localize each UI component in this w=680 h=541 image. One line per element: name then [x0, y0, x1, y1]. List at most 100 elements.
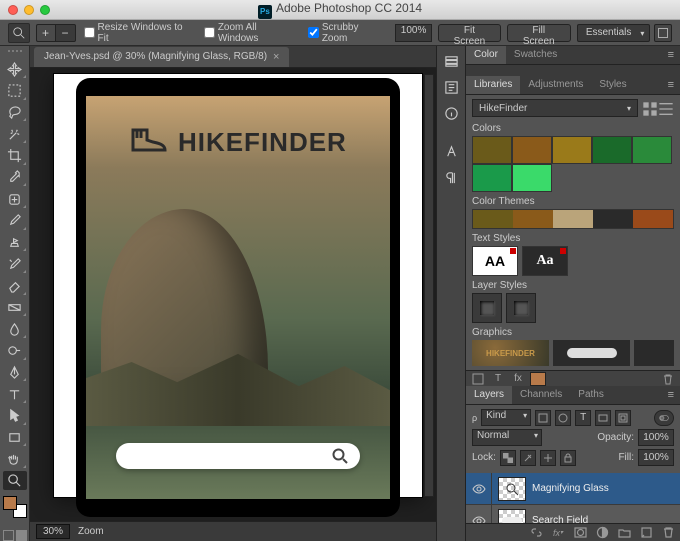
layer-thumbnail[interactable] [498, 477, 526, 501]
vertical-scrollbar[interactable] [424, 74, 434, 497]
zoom-all-checkbox[interactable]: Zoom All Windows [204, 22, 298, 44]
zoom-in-button[interactable]: + [36, 24, 56, 42]
zoom-tool[interactable] [3, 471, 27, 491]
zoom-tool-icon[interactable] [8, 23, 30, 43]
filter-toggle-switch[interactable] [654, 410, 674, 426]
layer-filter-dropdown[interactable]: Kind [481, 409, 531, 426]
layer-name[interactable]: Search Field [532, 515, 588, 523]
color-swatch[interactable] [512, 164, 552, 192]
tab-color[interactable]: Color [466, 46, 506, 64]
add-text-style-icon[interactable]: T [490, 372, 506, 386]
library-dropdown[interactable]: HikeFinder [472, 99, 638, 117]
fill-field[interactable] [638, 449, 674, 466]
lock-all-icon[interactable] [560, 450, 576, 466]
paragraph-panel-icon[interactable] [439, 166, 463, 188]
canvas[interactable]: HIKEFINDER [54, 74, 422, 497]
resize-windows-checkbox[interactable]: Resize Windows to Fit [84, 22, 194, 44]
type-tool[interactable] [3, 384, 27, 404]
layer-thumbnail[interactable] [498, 509, 526, 524]
close-document-icon[interactable]: × [273, 47, 279, 67]
tab-adjustments[interactable]: Adjustments [520, 76, 591, 94]
frame-toggle-button[interactable] [654, 24, 672, 42]
canvas-viewport[interactable]: HIKEFINDER [30, 68, 436, 521]
magic-wand-tool[interactable] [3, 124, 27, 144]
zoom-status-field[interactable]: 30% [36, 524, 70, 539]
workspace-dropdown[interactable]: Essentials [577, 24, 651, 42]
lasso-tool[interactable] [3, 103, 27, 123]
add-graphic-icon[interactable] [470, 372, 486, 386]
history-panel-icon[interactable] [439, 50, 463, 72]
layer-style-item[interactable] [506, 293, 536, 323]
filter-shape-icon[interactable] [595, 410, 611, 426]
character-panel-icon[interactable] [439, 140, 463, 162]
color-theme[interactable] [472, 209, 674, 229]
marquee-tool[interactable] [3, 81, 27, 101]
color-swatch[interactable] [472, 136, 512, 164]
layers-panel-menu-icon[interactable]: ≡ [662, 386, 680, 404]
tab-libraries[interactable]: Libraries [466, 76, 520, 94]
blend-mode-dropdown[interactable]: Normal [472, 429, 542, 446]
brush-tool[interactable] [3, 211, 27, 231]
tab-styles[interactable]: Styles [591, 76, 634, 94]
tab-layers[interactable]: Layers [466, 386, 512, 404]
healing-brush-tool[interactable] [3, 189, 27, 209]
opacity-field[interactable] [638, 429, 674, 446]
layer-name[interactable]: Magnifying Glass [532, 483, 609, 494]
fill-screen-button[interactable]: Fill Screen [507, 24, 571, 42]
pen-tool[interactable] [3, 363, 27, 383]
link-layers-icon[interactable] [528, 525, 544, 541]
color-swatch[interactable] [592, 136, 632, 164]
zoom-window-button[interactable] [40, 5, 50, 15]
move-tool[interactable] [3, 59, 27, 79]
zoom-out-button[interactable]: − [56, 24, 76, 42]
color-swatch[interactable] [472, 164, 512, 192]
crop-tool[interactable] [3, 146, 27, 166]
eraser-tool[interactable] [3, 276, 27, 296]
info-panel-icon[interactable] [439, 102, 463, 124]
hand-tool[interactable] [3, 449, 27, 469]
tab-paths[interactable]: Paths [570, 386, 612, 404]
standard-mode-icon[interactable] [3, 530, 14, 541]
color-swatch[interactable] [632, 136, 672, 164]
layer-row[interactable]: Magnifying Glass [466, 473, 680, 505]
zoom-100-button[interactable]: 100% [395, 24, 432, 42]
quick-mask-icon[interactable] [16, 530, 27, 541]
tab-channels[interactable]: Channels [512, 386, 570, 404]
filter-type-icon[interactable]: T [575, 410, 591, 426]
filter-adjustment-icon[interactable] [555, 410, 571, 426]
dodge-tool[interactable] [3, 341, 27, 361]
visibility-toggle-icon[interactable] [466, 473, 492, 504]
color-swatch[interactable] [552, 136, 592, 164]
lock-position-icon[interactable] [540, 450, 556, 466]
blur-tool[interactable] [3, 319, 27, 339]
history-brush-tool[interactable] [3, 254, 27, 274]
visibility-toggle-icon[interactable] [466, 505, 492, 523]
gradient-tool[interactable] [3, 298, 27, 318]
add-layer-style-icon[interactable]: fx [510, 372, 526, 386]
graphic-item[interactable] [634, 340, 674, 366]
minimize-window-button[interactable] [24, 5, 34, 15]
close-window-button[interactable] [8, 5, 18, 15]
foreground-color-swatch[interactable] [3, 496, 17, 510]
lock-pixels-icon[interactable] [520, 450, 536, 466]
list-view-icon[interactable] [658, 101, 674, 117]
path-selection-tool[interactable] [3, 406, 27, 426]
filter-pixel-icon[interactable] [535, 410, 551, 426]
color-swatch[interactable] [512, 136, 552, 164]
rectangle-tool[interactable] [3, 428, 27, 448]
new-layer-icon[interactable] [638, 525, 654, 541]
layer-style-item[interactable] [472, 293, 502, 323]
fit-screen-button[interactable]: Fit Screen [438, 24, 501, 42]
text-style-item[interactable]: AA [472, 246, 518, 276]
adjustment-layer-icon[interactable] [594, 525, 610, 541]
layer-style-icon[interactable]: fx▾ [550, 525, 566, 541]
filter-smart-icon[interactable] [615, 410, 631, 426]
document-tab[interactable]: Jean-Yves.psd @ 30% (Magnifying Glass, R… [34, 47, 289, 67]
eyedropper-tool[interactable] [3, 168, 27, 188]
libraries-panel-menu-icon[interactable]: ≡ [662, 76, 680, 94]
graphic-item[interactable] [553, 340, 630, 366]
delete-layer-icon[interactable] [660, 525, 676, 541]
trash-icon[interactable] [660, 372, 676, 386]
color-swatches[interactable] [3, 496, 27, 517]
tab-swatches[interactable]: Swatches [506, 46, 565, 64]
